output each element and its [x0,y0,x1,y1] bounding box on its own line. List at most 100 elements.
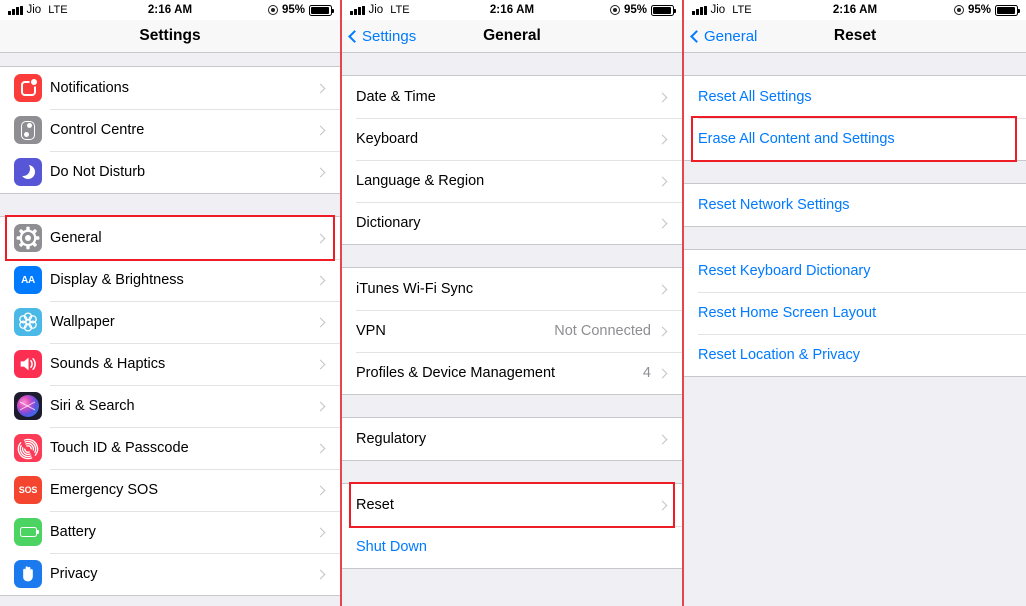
panel-general: Jio LTE 2:16 AM 95% Settings General Dat… [342,0,684,606]
back-button-label: Settings [362,27,417,45]
chevron-right-icon [315,275,326,285]
chevron-left-icon [690,29,703,43]
list-item-general[interactable]: General [0,217,340,259]
list-item-label: Dictionary [356,215,421,231]
battery-icon [309,4,334,16]
privacy-hand-icon [14,560,42,588]
status-bar-right: 95% [609,4,676,16]
chevron-right-icon [657,326,668,336]
list-item-reset-home-screen-layout[interactable]: Reset Home Screen Layout [684,292,1026,334]
chevron-right-icon [657,218,668,228]
list-item-regulatory[interactable]: Regulatory [342,418,682,460]
list-item-battery[interactable]: Battery [0,511,340,553]
status-bar-right: 95% [953,4,1020,16]
list-item-language-region[interactable]: Language & Region [342,160,682,202]
section-gap [684,161,1026,183]
section-gap [342,245,682,267]
chevron-right-icon [315,359,326,369]
list-item-date-time[interactable]: Date & Time [342,76,682,118]
list-item-reset[interactable]: Reset [342,484,682,526]
location-arrow-icon [267,5,278,15]
list-item-itunes-wi-fi-sync[interactable]: iTunes Wi-Fi Sync [342,268,682,310]
list-section: Reset Network Settings [684,183,1026,227]
list-section: Reset All Settings Erase All Content and … [684,75,1026,161]
list-section: Notifications Control Centre Do Not Distur… [0,66,340,194]
list-item-reset-network-settings[interactable]: Reset Network Settings [684,184,1026,226]
list-item-notifications[interactable]: Notifications [0,67,340,109]
list-item-reset-location-privacy[interactable]: Reset Location & Privacy [684,334,1026,376]
section-gap [684,53,1026,75]
list-item-label: Erase All Content and Settings [698,131,895,147]
list-item-label: Keyboard [356,131,419,147]
battery-icon [995,4,1020,16]
list-item-sounds-haptics[interactable]: Sounds & Haptics [0,343,340,385]
list-item-label: Reset Home Screen Layout [698,305,877,321]
wallpaper-icon [14,308,42,336]
back-button-settings[interactable]: Settings [348,27,417,45]
status-bar: Jio LTE 2:16 AM 95% [342,0,682,20]
chevron-right-icon [315,443,326,453]
list-item-siri-search[interactable]: Siri & Search [0,385,340,427]
section-gap [0,53,340,66]
list-item-label: Control Centre [50,122,145,138]
general-list[interactable]: Date & Time Keyboard Language & Region Dict… [342,53,682,606]
location-arrow-icon [953,5,964,15]
reset-list[interactable]: Reset All Settings Erase All Content and … [684,53,1026,606]
list-item-label: Privacy [50,566,98,582]
section-gap [684,227,1026,249]
battery-icon [651,4,676,16]
location-arrow-icon [609,5,620,15]
list-item-label: Reset Network Settings [698,197,850,213]
list-item-label: Reset Location & Privacy [698,347,860,363]
list-section: Regulatory [342,417,682,461]
list-item-label: Sounds & Haptics [50,356,166,372]
settings-list[interactable]: Notifications Control Centre Do Not Distur… [0,53,340,606]
nav-bar-general: Settings General [342,20,682,53]
back-button-label: General [704,27,758,45]
list-item-wallpaper[interactable]: Wallpaper [0,301,340,343]
list-item-label: Notifications [50,80,129,96]
list-item-label: Date & Time [356,89,436,105]
list-item-value: Not Connected [554,323,651,339]
list-item-reset-keyboard-dictionary[interactable]: Reset Keyboard Dictionary [684,250,1026,292]
list-item-touch-id-passcode[interactable]: Touch ID & Passcode [0,427,340,469]
control-centre-icon [14,116,42,144]
page-title: Settings [139,27,201,44]
chevron-right-icon [657,176,668,186]
touch-id-icon [14,434,42,462]
sounds-haptics-icon [14,350,42,378]
back-button-general[interactable]: General [690,27,758,45]
list-item-label: Reset All Settings [698,89,812,105]
list-item-value: 4 [642,365,651,381]
chevron-right-icon [315,167,326,177]
nav-bar-reset: General Reset [684,20,1026,53]
list-item-shut-down[interactable]: Shut Down [342,526,682,568]
list-item-label: Siri & Search [50,398,135,414]
panel-reset: Jio LTE 2:16 AM 95% General Reset Reset … [684,0,1026,606]
chevron-right-icon [315,485,326,495]
list-item-reset-all-settings[interactable]: Reset All Settings [684,76,1026,118]
chevron-right-icon [315,317,326,327]
chevron-right-icon [657,284,668,294]
list-item-display-brightness[interactable]: AA Display & Brightness [0,259,340,301]
list-item-control-centre[interactable]: Control Centre [0,109,340,151]
section-gap [342,395,682,417]
list-item-vpn[interactable]: VPN Not Connected [342,310,682,352]
list-item-label: Profiles & Device Management [356,365,556,381]
list-item-profiles-device-management[interactable]: Profiles & Device Management 4 [342,352,682,394]
list-item-label: Touch ID & Passcode [50,440,189,456]
battery-percent-label: 95% [967,4,991,16]
nav-bar-settings: Settings [0,20,340,53]
list-item-keyboard[interactable]: Keyboard [342,118,682,160]
list-item-erase-all-content-and-settings[interactable]: Erase All Content and Settings [684,118,1026,160]
list-item-dictionary[interactable]: Dictionary [342,202,682,244]
list-item-label: Language & Region [356,173,485,189]
list-item-privacy[interactable]: Privacy [0,553,340,595]
chevron-right-icon [657,434,668,444]
emergency-sos-icon: SOS [14,476,42,504]
list-item-label: Reset [356,497,394,513]
list-item-label: Display & Brightness [50,272,184,288]
list-item-do-not-disturb[interactable]: Do Not Disturb [0,151,340,193]
battery-percent-label: 95% [623,4,647,16]
list-item-emergency-sos[interactable]: SOS Emergency SOS [0,469,340,511]
